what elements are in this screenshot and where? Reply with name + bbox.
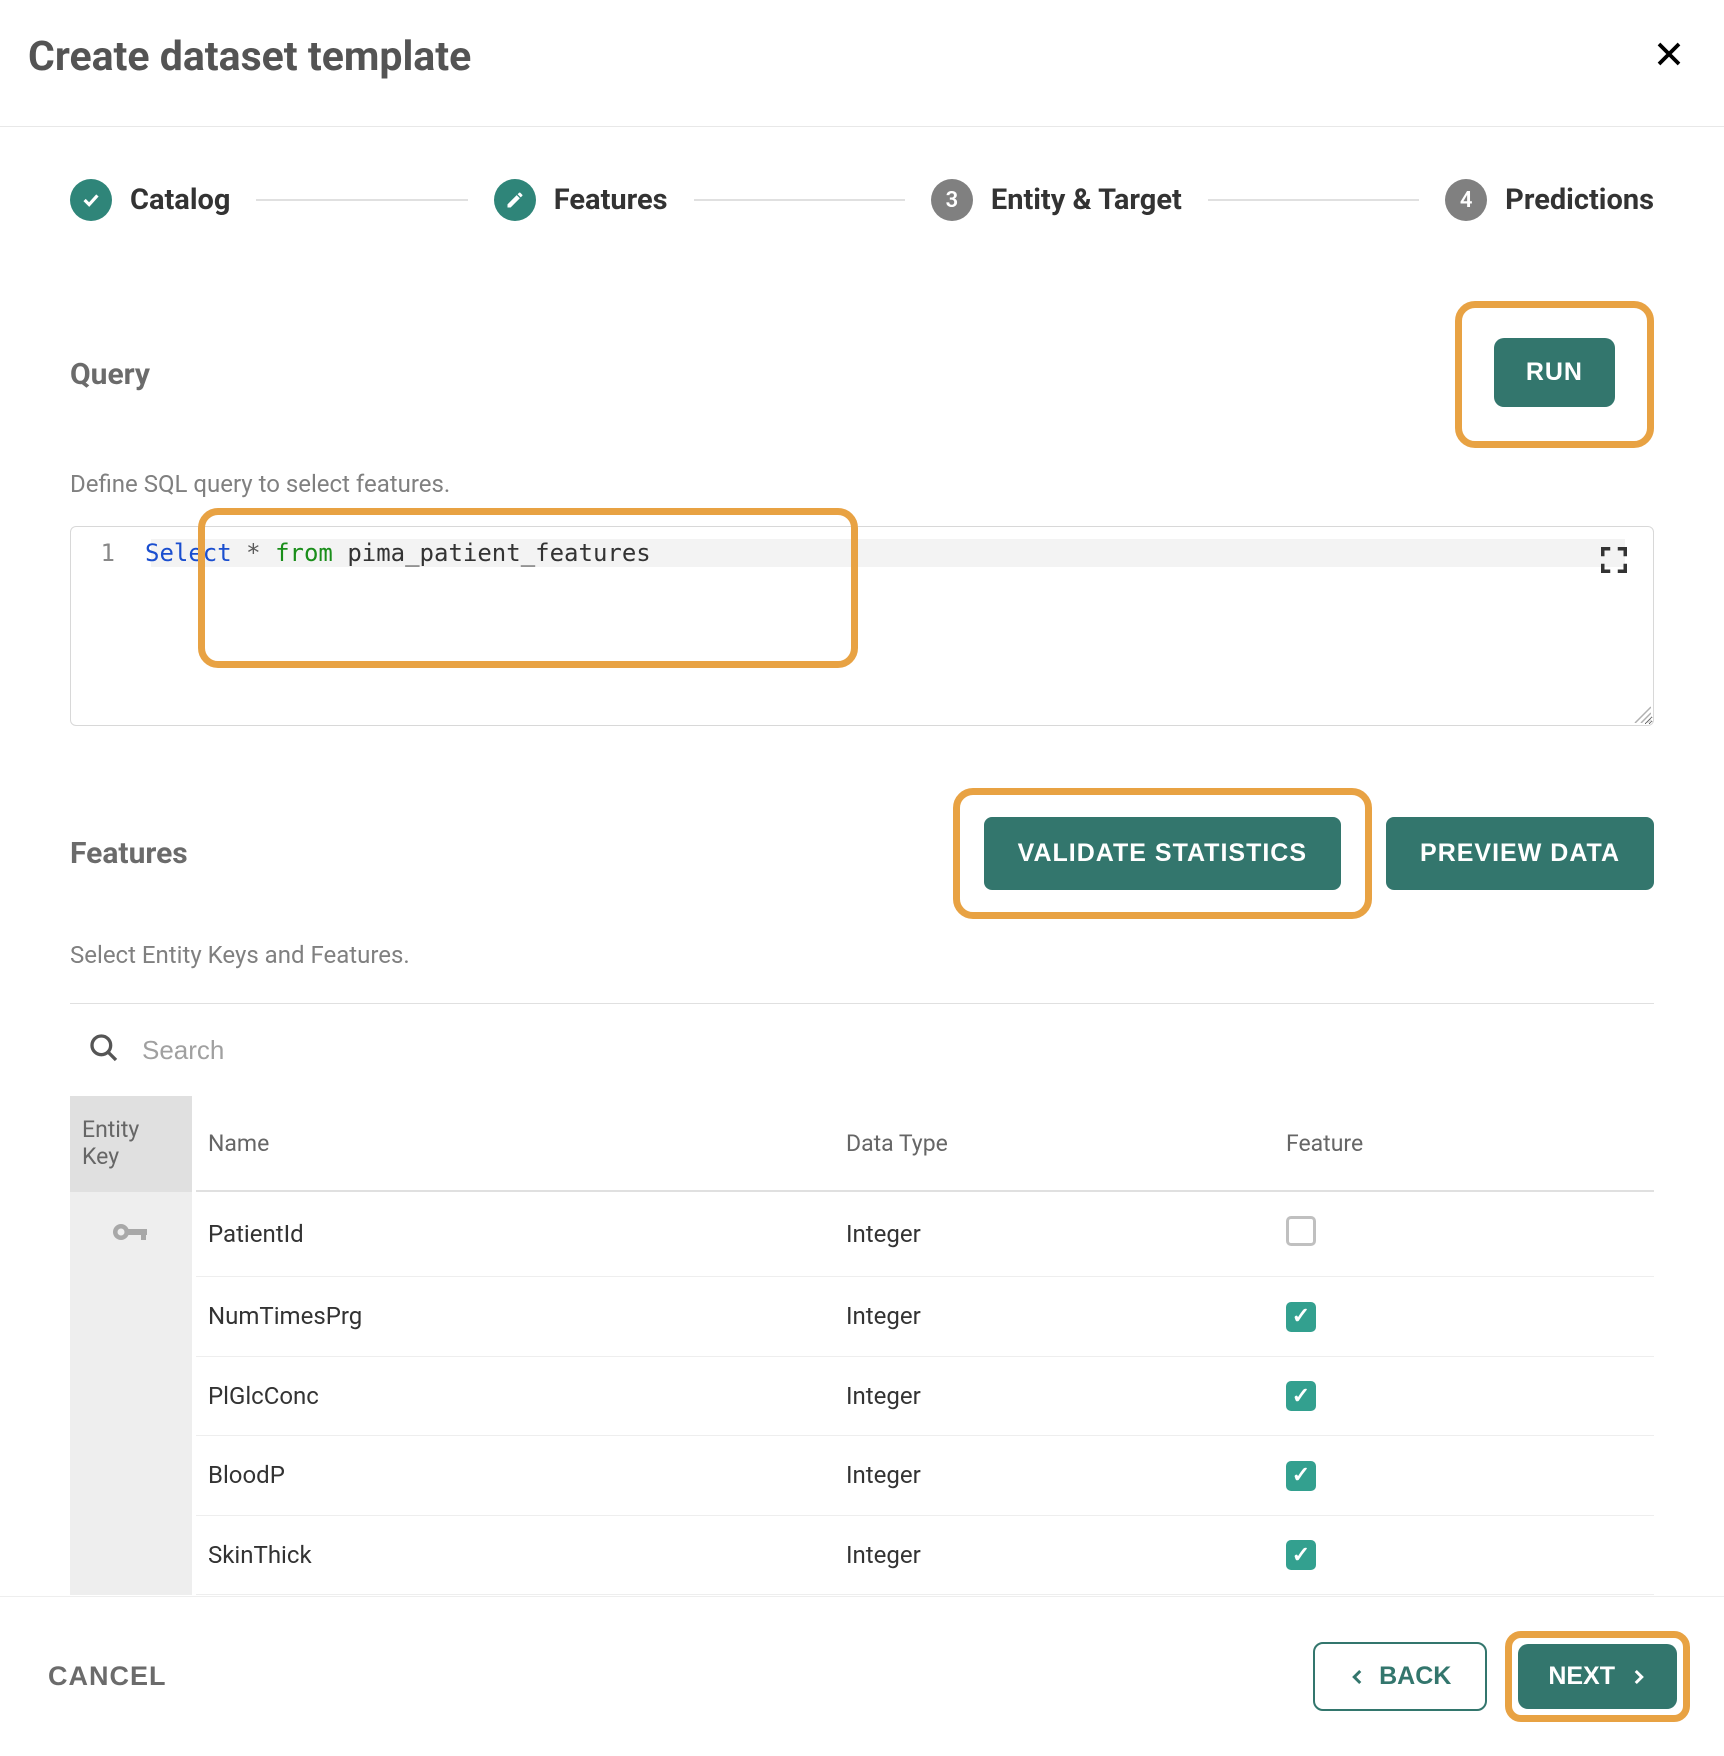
step-label: Catalog bbox=[130, 183, 230, 217]
back-button[interactable]: BACK bbox=[1313, 1642, 1487, 1711]
footer-right: BACK NEXT bbox=[1313, 1631, 1690, 1722]
query-subtitle: Define SQL query to select features. bbox=[70, 470, 1654, 498]
features-buttons: VALIDATE STATISTICS PREVIEW DATA bbox=[953, 788, 1654, 919]
table-row: PatientId Integer bbox=[70, 1191, 1654, 1277]
sql-line[interactable]: Select * from pima_patient_features bbox=[133, 539, 1653, 567]
step-predictions[interactable]: 4 Predictions bbox=[1445, 179, 1654, 221]
cell-name: PlGlcConc bbox=[194, 1356, 834, 1436]
features-header-row: Features VALIDATE STATISTICS PREVIEW DAT… bbox=[70, 788, 1654, 919]
dialog-body: Catalog Features 3 Entity & Target 4 Pre… bbox=[0, 127, 1724, 1596]
table-header-row: Entity Key Name Data Type Feature bbox=[70, 1096, 1654, 1191]
step-divider bbox=[256, 199, 467, 201]
back-label: BACK bbox=[1379, 1662, 1451, 1691]
cell-name: NumTimesPrg bbox=[194, 1277, 834, 1357]
entity-key-cell[interactable] bbox=[70, 1436, 194, 1516]
sql-table-name: pima_patient_features bbox=[347, 539, 650, 567]
feature-checkbox[interactable] bbox=[1286, 1302, 1316, 1332]
cell-name: BloodP bbox=[194, 1436, 834, 1516]
features-table: Entity Key Name Data Type Feature Patien… bbox=[70, 1096, 1654, 1596]
column-entity-key[interactable]: Entity Key bbox=[70, 1096, 194, 1191]
sql-editor[interactable]: 1 Select * from pima_patient_features bbox=[70, 526, 1654, 726]
close-button[interactable] bbox=[1646, 28, 1692, 86]
feature-checkbox[interactable] bbox=[1286, 1216, 1316, 1246]
dialog-create-dataset-template: Create dataset template Catalog Features bbox=[0, 0, 1724, 1756]
highlight-next: NEXT bbox=[1505, 1631, 1690, 1722]
cell-datatype: Integer bbox=[834, 1191, 1274, 1277]
table-row: NumTimesPrg Integer bbox=[70, 1277, 1654, 1357]
column-feature[interactable]: Feature bbox=[1274, 1096, 1654, 1191]
step-label: Entity & Target bbox=[991, 183, 1182, 217]
step-label: Predictions bbox=[1505, 183, 1654, 217]
dialog-title: Create dataset template bbox=[28, 33, 471, 81]
step-number: 4 bbox=[1445, 179, 1487, 221]
step-number: 3 bbox=[931, 179, 973, 221]
sql-keyword-from: from bbox=[275, 539, 333, 567]
sql-keyword-select: Select bbox=[145, 539, 232, 567]
highlight-validate: VALIDATE STATISTICS bbox=[953, 788, 1372, 919]
cell-name: PatientId bbox=[194, 1191, 834, 1277]
feature-checkbox[interactable] bbox=[1286, 1461, 1316, 1491]
resize-handle-icon[interactable] bbox=[1631, 703, 1651, 723]
next-label: NEXT bbox=[1548, 1662, 1615, 1691]
cancel-button[interactable]: CANCEL bbox=[48, 1661, 167, 1692]
entity-key-cell[interactable] bbox=[70, 1356, 194, 1436]
search-row bbox=[70, 1004, 1654, 1096]
cell-name: SkinThick bbox=[194, 1515, 834, 1595]
table-row: SkinThick Integer bbox=[70, 1515, 1654, 1595]
pencil-icon bbox=[494, 179, 536, 221]
preview-data-button[interactable]: PREVIEW DATA bbox=[1386, 817, 1654, 890]
search-icon bbox=[88, 1032, 120, 1068]
table-row: BloodP Integer bbox=[70, 1436, 1654, 1516]
cell-datatype: Integer bbox=[834, 1436, 1274, 1516]
check-icon bbox=[70, 179, 112, 221]
step-entity-target[interactable]: 3 Entity & Target bbox=[931, 179, 1182, 221]
search-input[interactable] bbox=[142, 1035, 1636, 1066]
highlight-run: RUN bbox=[1455, 301, 1654, 448]
step-divider bbox=[1208, 199, 1419, 201]
step-features[interactable]: Features bbox=[494, 179, 668, 221]
query-header-row: Query RUN bbox=[70, 301, 1654, 448]
dialog-footer: CANCEL BACK NEXT bbox=[0, 1596, 1724, 1756]
feature-checkbox[interactable] bbox=[1286, 1540, 1316, 1570]
close-icon bbox=[1654, 39, 1684, 69]
query-title: Query bbox=[70, 357, 150, 392]
key-icon bbox=[111, 1218, 151, 1251]
sql-star: * bbox=[246, 539, 260, 567]
step-label: Features bbox=[554, 183, 668, 217]
query-title-block: Query bbox=[70, 357, 150, 392]
column-name[interactable]: Name bbox=[194, 1096, 834, 1191]
cell-datatype: Integer bbox=[834, 1515, 1274, 1595]
entity-key-cell[interactable] bbox=[70, 1515, 194, 1595]
fullscreen-icon[interactable] bbox=[1599, 545, 1629, 579]
features-subtitle: Select Entity Keys and Features. bbox=[70, 941, 1654, 969]
next-button[interactable]: NEXT bbox=[1518, 1644, 1677, 1709]
step-divider bbox=[694, 199, 905, 201]
entity-key-cell[interactable] bbox=[70, 1191, 194, 1277]
column-data-type[interactable]: Data Type bbox=[834, 1096, 1274, 1191]
run-button[interactable]: RUN bbox=[1494, 338, 1615, 407]
cell-datatype: Integer bbox=[834, 1356, 1274, 1436]
feature-checkbox[interactable] bbox=[1286, 1381, 1316, 1411]
line-number: 1 bbox=[71, 539, 133, 567]
stepper: Catalog Features 3 Entity & Target 4 Pre… bbox=[70, 179, 1654, 221]
chevron-right-icon bbox=[1629, 1665, 1647, 1689]
validate-statistics-button[interactable]: VALIDATE STATISTICS bbox=[984, 817, 1341, 890]
dialog-header: Create dataset template bbox=[0, 0, 1724, 127]
table-row: PlGlcConc Integer bbox=[70, 1356, 1654, 1436]
entity-key-cell[interactable] bbox=[70, 1277, 194, 1357]
features-title: Features bbox=[70, 836, 188, 871]
step-catalog[interactable]: Catalog bbox=[70, 179, 230, 221]
chevron-left-icon bbox=[1349, 1665, 1367, 1689]
cell-datatype: Integer bbox=[834, 1277, 1274, 1357]
